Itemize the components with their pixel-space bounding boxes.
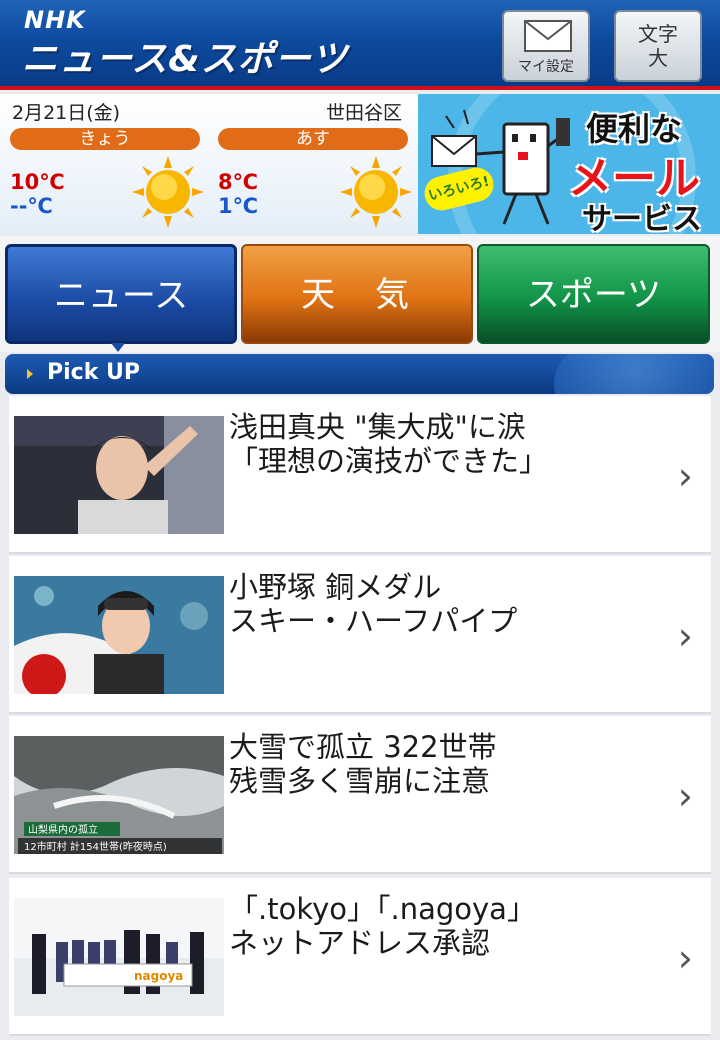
font-size-label: 文字 xyxy=(638,22,678,46)
chevron-right-icon: › xyxy=(677,936,693,980)
arrow-icon xyxy=(27,369,33,379)
my-settings-button[interactable]: マイ設定 xyxy=(502,10,590,82)
news-item[interactable]: 小野塚 銅メダル スキー・ハーフパイプ › xyxy=(9,556,711,714)
thumb-caption-1: 山梨県内の孤立 xyxy=(28,823,98,836)
active-tab-indicator xyxy=(111,343,125,352)
font-size-button[interactable]: 文字 大 xyxy=(614,10,702,82)
chevron-right-icon: › xyxy=(677,774,693,818)
news-thumbnail: 山梨県内の孤立 12市町村 計154世帯(昨夜時点) xyxy=(14,736,224,854)
weather-date: 2月21日(金) xyxy=(12,102,121,124)
weather-widget[interactable]: 2月21日(金) 世田谷区 きょう あす 10℃ --℃ 8℃ 1℃ xyxy=(0,94,418,234)
app-header: NHK ニュース&スポーツ マイ設定 文字 大 xyxy=(0,0,720,90)
pickup-section-header: Pick UP xyxy=(5,354,714,394)
news-headline: 浅田真央 "集大成"に涙 「理想の演技ができた」 xyxy=(229,410,549,478)
news-headline: 「.tokyo」「.nagoya」 ネットアドレス承認 xyxy=(229,892,536,960)
news-item[interactable]: 浅田真央 "集大成"に涙 「理想の演技ができた」 › xyxy=(9,396,711,554)
thumb-caption-2: 12市町村 計154世帯(昨夜時点) xyxy=(24,840,167,853)
weather-location: 世田谷区 xyxy=(325,102,402,124)
envelope-icon xyxy=(524,20,572,52)
pickup-title: Pick UP xyxy=(47,360,140,385)
thumb-caption-1: nagoya xyxy=(134,969,183,983)
tab-news[interactable]: ニュース xyxy=(5,244,237,344)
my-settings-label: マイ設定 xyxy=(518,59,574,75)
tab-weather[interactable]: 天気 xyxy=(241,244,473,344)
phone-mascot-icon xyxy=(431,109,570,225)
today-high-temp: 10℃ xyxy=(10,170,65,194)
tomorrow-label: あす xyxy=(218,128,408,150)
news-item[interactable]: nagoya 「.tokyo」「.nagoya」 ネットアドレス承認 › xyxy=(9,878,711,1036)
chevron-right-icon: › xyxy=(677,454,693,498)
tomorrow-low-temp: 1℃ xyxy=(218,194,259,218)
tomorrow-high-temp: 8℃ xyxy=(218,170,259,194)
font-size-label-large: 大 xyxy=(648,46,668,70)
sun-icon xyxy=(340,156,412,228)
news-headline: 小野塚 銅メダル スキー・ハーフパイプ xyxy=(229,570,518,638)
today-low-temp: --℃ xyxy=(10,194,53,218)
news-headline: 大雪で孤立 322世帯 残雪多く雪崩に注意 xyxy=(229,730,497,798)
mail-service-banner[interactable]: いろいろ! 便利な メール サービス xyxy=(418,94,720,234)
sun-icon xyxy=(132,156,204,228)
news-thumbnail xyxy=(14,576,224,694)
banner-line-3: サービス xyxy=(582,202,702,234)
news-item[interactable]: 山梨県内の孤立 12市町村 計154世帯(昨夜時点) 大雪で孤立 322世帯 残… xyxy=(9,716,711,874)
app-title[interactable]: ニュース&スポーツ xyxy=(22,30,348,82)
tab-sports[interactable]: スポーツ xyxy=(477,244,710,344)
news-thumbnail xyxy=(14,416,224,534)
news-list: 浅田真央 "集大成"に涙 「理想の演技ができた」 › 小野塚 銅メダル スキー・… xyxy=(9,396,711,1040)
news-thumbnail: nagoya xyxy=(14,898,224,1016)
header-divider xyxy=(0,86,720,90)
chevron-right-icon: › xyxy=(677,614,693,658)
today-label: きょう xyxy=(10,128,200,150)
globe-decoration xyxy=(554,354,714,394)
